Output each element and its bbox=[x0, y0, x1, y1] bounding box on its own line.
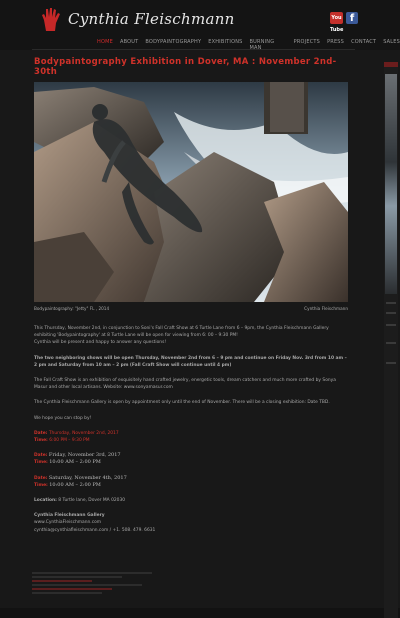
time-value: 10:00 AM – 2:00 PM bbox=[49, 481, 101, 488]
gallery-contact: Cynthia Fleischmann Gallery www.CynthiaF… bbox=[34, 512, 350, 534]
event-thursday: Date: Thursday, November 2nd, 2017 Time:… bbox=[34, 430, 350, 444]
schedule-paragraph: The two neighboring shows will be open T… bbox=[34, 355, 347, 368]
social-links: You Tube f bbox=[330, 12, 358, 33]
event-location: Location: 8 Turtle lane, Dover MA 02030 bbox=[34, 497, 350, 504]
time-value: 6:00 PM – 9:30 PM bbox=[49, 438, 90, 444]
date-value: Friday, November 3rd, 2017 bbox=[48, 452, 121, 459]
site-header: Cynthia Fleischmann You Tube f HOME ABOU… bbox=[0, 0, 400, 51]
post-photo[interactable] bbox=[34, 82, 348, 302]
gallery-email-phone[interactable]: cynthia@cynthiafleischmann.com / +1. 508… bbox=[34, 528, 155, 533]
red-hand-icon bbox=[42, 8, 60, 31]
post-body: This Thursday, November 2nd, in conjunct… bbox=[34, 325, 350, 534]
footer-bar bbox=[0, 608, 400, 618]
time-label: Time: bbox=[34, 482, 48, 488]
page: Cynthia Fleischmann You Tube f HOME ABOU… bbox=[0, 0, 400, 618]
intro-text-2: Cynthia will be present and happy to ans… bbox=[34, 340, 167, 346]
event-saturday: Date: Saturday, November 4th, 2017 Time:… bbox=[34, 475, 350, 489]
photo-caption: Bodypaintography: "Jetty" FL , 2014 Cynt… bbox=[34, 306, 348, 311]
craft-show-paragraph: The Fall Craft Show is an exhibition of … bbox=[34, 378, 336, 391]
time-value: 10:00 AM – 2:00 PM bbox=[49, 459, 101, 466]
gallery-name: Cynthia Fleischmann Gallery bbox=[34, 513, 105, 519]
facebook-icon[interactable]: f bbox=[346, 12, 358, 24]
date-label: Date: bbox=[34, 475, 48, 481]
nav-divider bbox=[32, 49, 355, 50]
time-label: Time: bbox=[34, 438, 48, 444]
location-value: 8 Turtle lane, Dover MA 02030 bbox=[58, 498, 126, 504]
nav-sales[interactable]: SALES bbox=[383, 39, 400, 51]
event-friday: Date: Friday, November 3rd, 2017 Time: 1… bbox=[34, 452, 350, 466]
gallery-paragraph: The Cynthia Fleischmann Gallery is open … bbox=[34, 400, 330, 406]
date-label: Date: bbox=[34, 430, 48, 436]
time-label: Time: bbox=[34, 460, 48, 466]
date-label: Date: bbox=[34, 453, 48, 459]
intro-text: This Thursday, November 2nd, in conjunct… bbox=[34, 326, 329, 339]
brand-signature: Cynthia Fleischmann bbox=[68, 10, 235, 28]
post-title[interactable]: Bodypaintography Exhibition in Dover, MA… bbox=[34, 57, 355, 77]
caption-title: Bodypaintography: "Jetty" FL , 2014 bbox=[34, 306, 110, 311]
location-label: Location: bbox=[34, 498, 57, 504]
intro-paragraph: This Thursday, November 2nd, in conjunct… bbox=[34, 325, 350, 347]
date-value: Saturday, November 4th, 2017 bbox=[48, 474, 127, 481]
site-logo[interactable]: Cynthia Fleischmann bbox=[40, 6, 235, 32]
footer-faint-content bbox=[32, 572, 355, 606]
caption-credit: Cynthia Fleischmann bbox=[304, 306, 348, 311]
gallery-website[interactable]: www.CynthiaFleischmann.com bbox=[34, 520, 101, 525]
date-value: Thursday, November 2nd, 2017 bbox=[48, 430, 119, 436]
youtube-icon[interactable]: You Tube bbox=[330, 12, 343, 33]
closing-line: We hope you can stop by! bbox=[34, 415, 92, 421]
post-content: Bodypaintography Exhibition in Dover, MA… bbox=[32, 53, 355, 542]
adjacent-post-preview[interactable] bbox=[384, 62, 398, 618]
jetty-photo-graphic bbox=[34, 82, 348, 302]
